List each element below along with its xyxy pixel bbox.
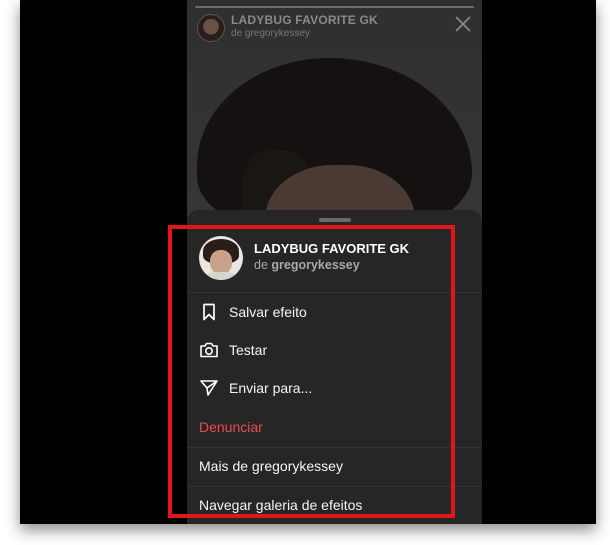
story-progress-bar [195,6,474,8]
close-icon[interactable] [454,15,472,33]
camera-icon [200,342,218,358]
story-title: LADYBUG FAVORITE GK [231,13,378,27]
story-header: LADYBUG FAVORITE GK de gregorykessey [195,12,474,42]
try-effect-label: Testar [229,342,268,358]
more-from-creator-label: Mais de gregorykessey [199,458,343,474]
story-avatar[interactable] [197,14,225,42]
send-to-label: Enviar para... [229,380,313,396]
creator-name[interactable]: gregorykessey [271,258,359,272]
creator-avatar[interactable] [199,236,243,280]
browse-gallery-label: Navegar galeria de efeitos [199,497,363,513]
creator-prefix: de [254,258,268,272]
bookmark-icon [203,303,215,321]
browse-gallery-button[interactable]: Navegar galeria de efeitos [187,487,482,524]
options-sheet: LADYBUG FAVORITE GK de gregorykessey Sal… [187,210,482,524]
effect-creator: de gregorykessey [254,258,360,272]
save-effect-label: Salvar efeito [229,304,307,320]
more-from-creator-button[interactable]: Mais de gregorykessey [187,448,482,486]
report-button[interactable]: Denunciar [187,409,482,447]
sheet-drag-handle[interactable] [319,218,351,222]
save-effect-button[interactable]: Salvar efeito [187,294,482,332]
phone-screen: LADYBUG FAVORITE GK de gregorykessey LAD… [187,0,482,524]
send-to-button[interactable]: Enviar para... [187,370,482,408]
effect-header[interactable]: LADYBUG FAVORITE GK de gregorykessey [187,230,482,293]
screenshot-frame: LADYBUG FAVORITE GK de gregorykessey LAD… [20,0,596,524]
effect-title: LADYBUG FAVORITE GK [254,241,410,256]
send-icon [200,380,218,396]
report-label: Denunciar [199,419,263,435]
story-subtitle: de gregorykessey [231,28,310,39]
try-effect-button[interactable]: Testar [187,332,482,370]
